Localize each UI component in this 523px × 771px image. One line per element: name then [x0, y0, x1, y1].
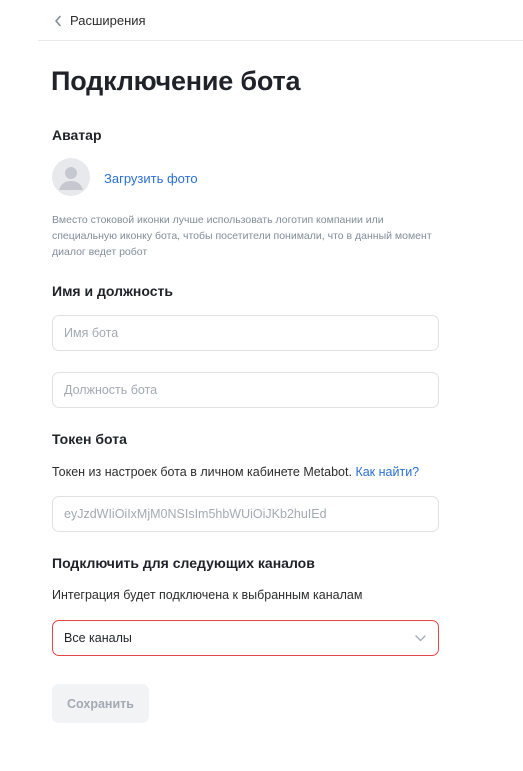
token-section-title: Токен бота: [52, 431, 127, 447]
channels-description: Интеграция будет подключена к выбранным …: [52, 588, 363, 602]
bot-name-field[interactable]: [52, 315, 439, 351]
back-link-label: Расширения: [70, 13, 146, 28]
chevron-down-icon: [415, 634, 426, 641]
page-title: Подключение бота: [51, 66, 301, 96]
save-button[interactable]: Сохранить: [52, 684, 149, 723]
avatar-hint: Вместо стоковой иконки лучше использоват…: [52, 214, 432, 258]
bot-position-input[interactable]: [53, 373, 438, 407]
token-description-text: Токен из настроек бота в личном кабинете…: [52, 465, 352, 479]
bot-token-field[interactable]: [52, 496, 439, 532]
channels-select-value: Все каналы: [64, 631, 132, 645]
bot-token-input[interactable]: [53, 497, 438, 531]
token-description: Токен из настроек бота в личном кабинете…: [52, 465, 419, 479]
avatar-section-title: Аватар: [52, 127, 102, 143]
chevron-left-icon: [55, 15, 61, 26]
bot-position-field[interactable]: [52, 372, 439, 408]
upload-photo-link[interactable]: Загрузить фото: [104, 171, 198, 186]
name-section-title: Имя и должность: [52, 283, 173, 299]
bot-name-input[interactable]: [53, 316, 438, 350]
channels-section-title: Подключить для следующих каналов: [52, 555, 315, 571]
user-placeholder-icon: [59, 167, 83, 190]
top-bar: Расширения: [38, 0, 523, 41]
channels-select[interactable]: Все каналы: [52, 620, 439, 656]
back-link[interactable]: Расширения: [54, 13, 146, 28]
how-to-find-link[interactable]: Как найти?: [355, 465, 419, 479]
avatar: [52, 158, 90, 196]
